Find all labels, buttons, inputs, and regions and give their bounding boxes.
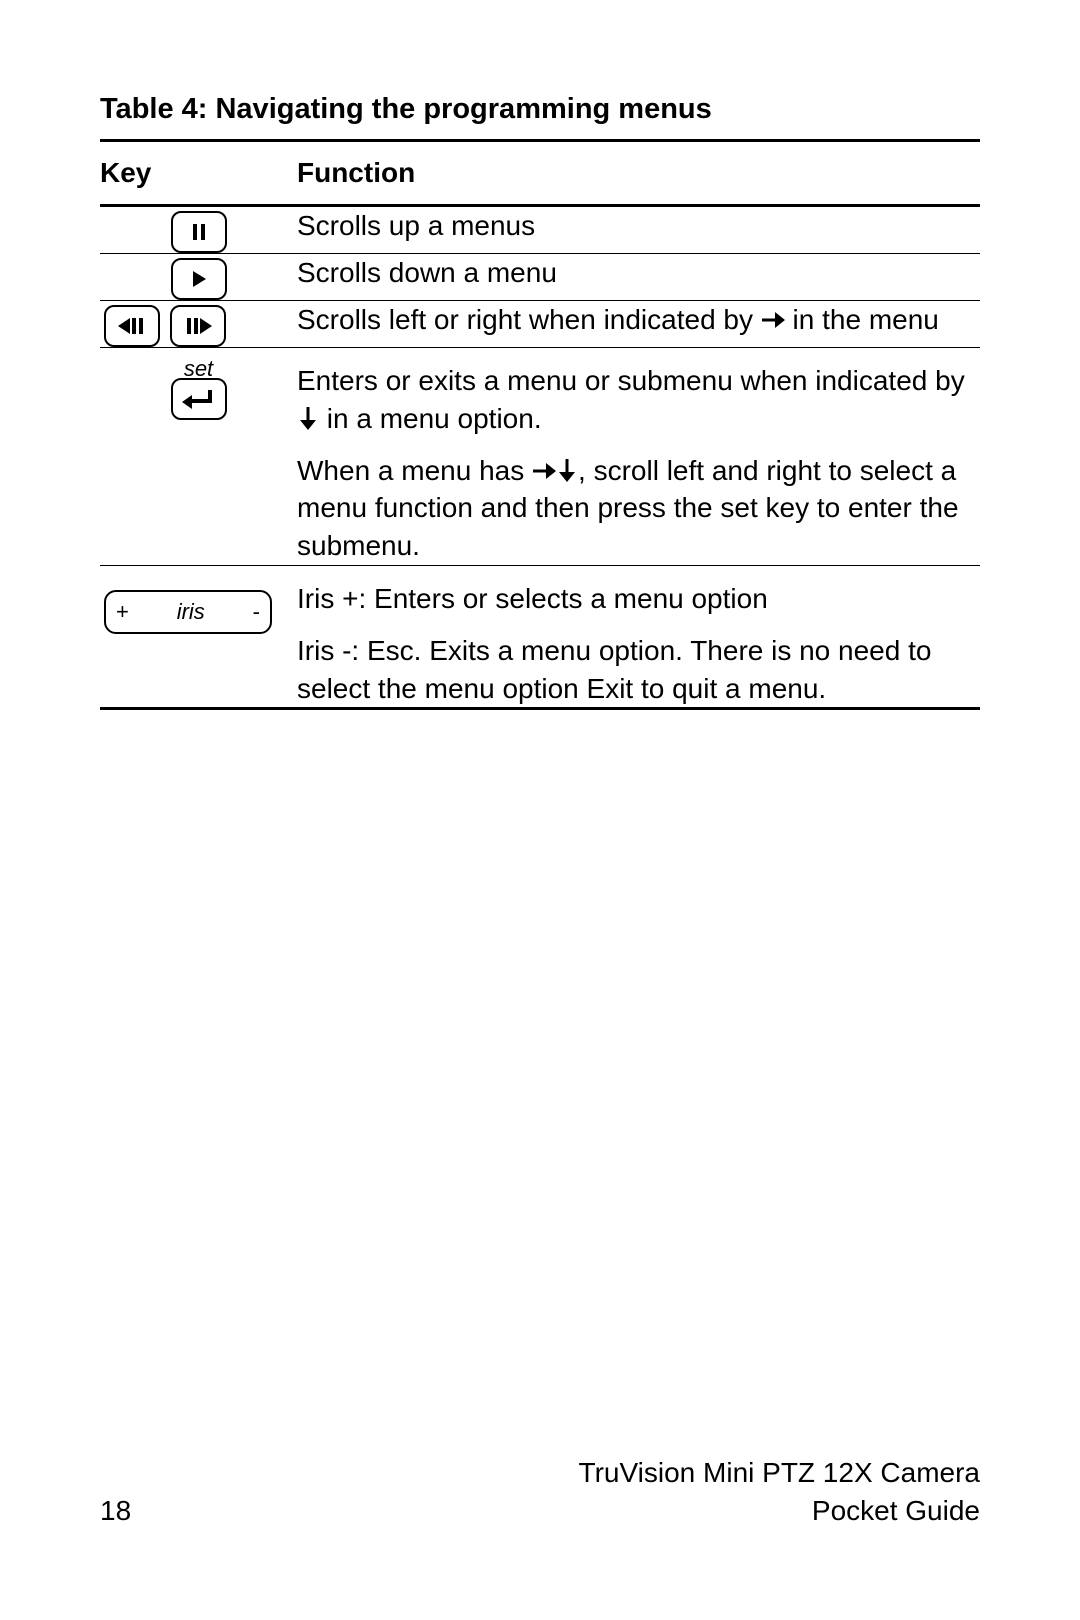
iris-minus: - [253, 597, 260, 627]
nav-table: Key Function Scrolls up a menus [100, 139, 980, 710]
table-row: Scrolls down a menu [100, 254, 980, 301]
key-play [100, 254, 297, 300]
key-iris: + iris - [100, 586, 297, 634]
table-header-row: Key Function [100, 142, 980, 205]
row4-p1-pre: Enters or exits a menu or submenu when i… [297, 365, 965, 396]
key-left-right [100, 301, 297, 347]
footer-line2: Pocket Guide [579, 1492, 980, 1530]
key-set: set [100, 354, 297, 420]
pause-icon [171, 211, 227, 253]
row2-function: Scrolls down a menu [297, 254, 980, 301]
row4-p2-pre: When a menu has [297, 455, 532, 486]
row3-function: Scrolls left or right when indicated by … [297, 301, 980, 348]
table-row: Scrolls left or right when indicated by … [100, 301, 980, 348]
row3-post: in the menu [785, 304, 939, 335]
iris-key-icon: + iris - [104, 590, 272, 634]
iris-label: iris [177, 597, 205, 627]
arrow-right-icon [532, 460, 556, 482]
page-number: 18 [100, 1492, 131, 1530]
table-row: set Enters or exits a menu or submenu wh… [100, 348, 980, 565]
row4-function: Enters or exits a menu or submenu when i… [297, 348, 980, 565]
arrow-down-icon [297, 406, 319, 430]
table-title: Table 4: Navigating the programming menu… [100, 90, 980, 129]
row1-function: Scrolls up a menus [297, 207, 980, 254]
table-row: + iris - Iris +: Enters or selects a men… [100, 566, 980, 709]
document-page: Table 4: Navigating the programming menu… [0, 0, 1080, 1620]
arrow-down-icon [556, 458, 578, 482]
step-back-icon [104, 305, 160, 347]
row5-p1: Iris +: Enters or selects a menu option [297, 580, 980, 618]
footer-title: TruVision Mini PTZ 12X Camera Pocket Gui… [579, 1454, 980, 1530]
row3-pre: Scrolls left or right when indicated by [297, 304, 761, 335]
page-footer: 18 TruVision Mini PTZ 12X Camera Pocket … [100, 1454, 980, 1530]
footer-line1: TruVision Mini PTZ 12X Camera [579, 1454, 980, 1492]
enter-icon: set [171, 378, 227, 420]
header-key: Key [100, 142, 297, 205]
iris-plus: + [116, 597, 129, 627]
row5-p2: Iris -: Esc. Exits a menu option. There … [297, 632, 980, 708]
table-row: Scrolls up a menus [100, 207, 980, 254]
key-pause [100, 207, 297, 253]
set-label: set [173, 354, 225, 384]
row4-p1-post: in a menu option. [319, 403, 542, 434]
row5-function: Iris +: Enters or selects a menu option … [297, 566, 980, 709]
arrow-right-icon [761, 309, 785, 331]
play-icon [171, 258, 227, 300]
header-function: Function [297, 142, 980, 205]
step-forward-icon [170, 305, 226, 347]
